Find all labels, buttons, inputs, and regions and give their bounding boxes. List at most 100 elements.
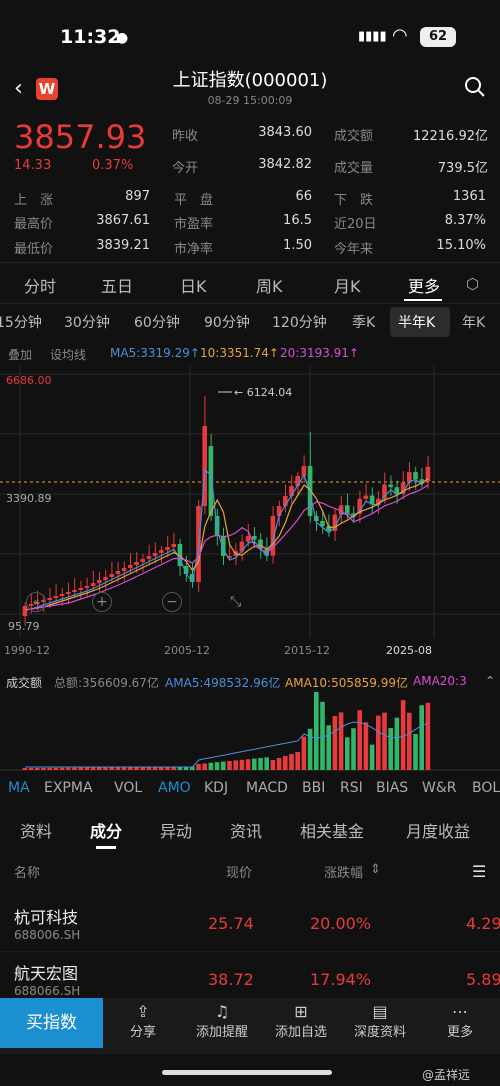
share-label: 分享	[129, 1025, 156, 1040]
candle-body	[78, 588, 83, 590]
candle-body	[115, 571, 121, 574]
menu-icon[interactable]: ☰	[472, 862, 486, 881]
field-value: 12216.92亿	[412, 129, 488, 144]
tab-15min[interactable]: 15分钟	[0, 312, 42, 332]
tab-funds[interactable]: 相关基金	[300, 818, 364, 842]
tab-constituents[interactable]: 成分	[90, 818, 122, 842]
ind-vol[interactable]: VOL	[114, 780, 142, 796]
stock-extra: 4.29	[466, 914, 500, 933]
volume-bar	[357, 710, 362, 770]
ind-wr[interactable]: W&R	[422, 780, 457, 796]
buy-index-button[interactable]: 买指数	[0, 998, 103, 1048]
volume-bar	[239, 759, 245, 770]
stat-l3: 下 跌	[334, 193, 374, 208]
more-button[interactable]: ⋯ 更多	[420, 1002, 500, 1040]
sort-icon[interactable]: ⇕	[370, 862, 381, 877]
set-ma-button[interactable]: 设均线	[50, 346, 86, 363]
tab-monthly-returns[interactable]: 月度收益	[406, 818, 470, 842]
expand-icon[interactable]: ⤡	[230, 594, 241, 610]
volume-bar	[301, 736, 307, 770]
tab-halfyear[interactable]: 半年K	[398, 312, 435, 332]
tab-monthly[interactable]: 月K	[334, 273, 361, 297]
ind-boll[interactable]: BOLL	[472, 780, 500, 796]
tab-daily[interactable]: 日K	[180, 273, 207, 297]
candle-body	[134, 562, 139, 565]
zoom-in-icon[interactable]: +	[92, 592, 112, 612]
tab-5day[interactable]: 五日	[101, 273, 133, 297]
tab-profile[interactable]: 资料	[20, 818, 52, 842]
candle-body	[388, 484, 393, 488]
add-watchlist-button[interactable]: ⊞ 添加自选	[261, 1002, 341, 1040]
tab-movement[interactable]: 异动	[160, 818, 192, 842]
stat-l2: 市盈率	[174, 217, 214, 232]
volume-bar	[394, 717, 400, 770]
field-label: 昨收	[172, 129, 199, 144]
tab-news[interactable]: 资讯	[230, 818, 262, 842]
ind-ma[interactable]: MA	[8, 780, 30, 796]
settings-hex-icon[interactable]: ⬡	[466, 275, 479, 293]
volume-bar	[407, 712, 412, 770]
stock-name: 航天宏图	[14, 964, 79, 983]
peak-label: ← 6124.04	[234, 386, 292, 399]
candle-body	[140, 559, 145, 562]
candlestick-chart[interactable]: 6686.00 3390.89 95.79 ← 6124.04 1990-12 2005-…	[0, 366, 500, 666]
ma20-value: 20:3193.91↑	[280, 346, 359, 360]
volume-bar	[72, 767, 77, 770]
volume-bar	[283, 756, 288, 770]
overlay-button[interactable]: 叠加	[8, 346, 32, 363]
scroll-left-icon[interactable]: «	[26, 592, 46, 612]
volume-bar	[345, 737, 350, 770]
add-alert-button[interactable]: ♫ 添加提醒	[182, 1002, 262, 1040]
share-button[interactable]: ⇪ 分享	[103, 1002, 183, 1040]
volume-bar	[276, 758, 282, 770]
col-price[interactable]: 现价	[226, 862, 252, 881]
tab-more[interactable]: 更多	[408, 273, 440, 297]
bell-icon: ♫	[214, 1002, 230, 1021]
deep-data-button[interactable]: ▤ 深度资料	[340, 1002, 420, 1040]
stat-l1: 最低价	[14, 242, 54, 257]
ind-bbi[interactable]: BBI	[302, 780, 325, 796]
tab-weekly[interactable]: 周K	[256, 273, 283, 297]
tab-underline	[404, 299, 442, 301]
field-value: 739.5亿	[437, 161, 488, 176]
volume-bar	[128, 767, 133, 770]
candle-body	[320, 521, 325, 526]
tab-underline	[96, 846, 116, 849]
stock-extra: 5.89	[466, 970, 500, 989]
zoom-out-icon[interactable]: −	[162, 592, 182, 612]
tab-fenshi[interactable]: 分时	[24, 273, 56, 297]
page-subtitle: 08-29 15:00:09	[207, 94, 293, 107]
volume-bar	[121, 767, 127, 770]
volume-bar	[202, 763, 207, 770]
alert-label: 添加提醒	[195, 1025, 248, 1040]
ind-kdj[interactable]: KDJ	[204, 780, 228, 796]
ind-bias[interactable]: BIAS	[376, 780, 408, 796]
volume-bar	[295, 752, 300, 770]
ind-expma[interactable]: EXPMA	[44, 780, 93, 796]
price-change-pct: 0.37%	[92, 158, 134, 173]
tab-120min[interactable]: 120分钟	[272, 312, 327, 332]
volume-bar	[59, 767, 65, 770]
tab-60min[interactable]: 60分钟	[134, 312, 180, 332]
volume-bar	[320, 701, 325, 770]
search-icon[interactable]	[464, 76, 486, 102]
candle-body	[171, 544, 176, 547]
volume-bar	[97, 767, 102, 770]
ind-amo[interactable]: AMO	[158, 780, 191, 796]
indicator-tabs: MA EXPMA VOL AMO KDJ MACD BBI RSI BIAS W…	[0, 780, 500, 802]
ind-rsi[interactable]: RSI	[340, 780, 363, 796]
candle-body	[66, 592, 71, 594]
volume-bar	[66, 767, 71, 770]
ind-macd[interactable]: MACD	[246, 780, 288, 796]
volume-bar	[47, 767, 52, 770]
collapse-icon[interactable]: ⌃	[485, 674, 495, 688]
volume-bar	[307, 728, 313, 770]
list-item[interactable]: 杭可科技 688006.SH 25.74 20.00% 4.29	[0, 896, 500, 952]
tab-quarter[interactable]: 季K	[352, 312, 375, 332]
candle-body	[97, 580, 102, 583]
tab-30min[interactable]: 30分钟	[64, 312, 110, 332]
tab-year[interactable]: 年K	[462, 312, 485, 332]
col-pct[interactable]: 涨跌幅	[324, 862, 363, 881]
stat-l3: 今年来	[334, 242, 374, 257]
tab-90min[interactable]: 90分钟	[204, 312, 250, 332]
